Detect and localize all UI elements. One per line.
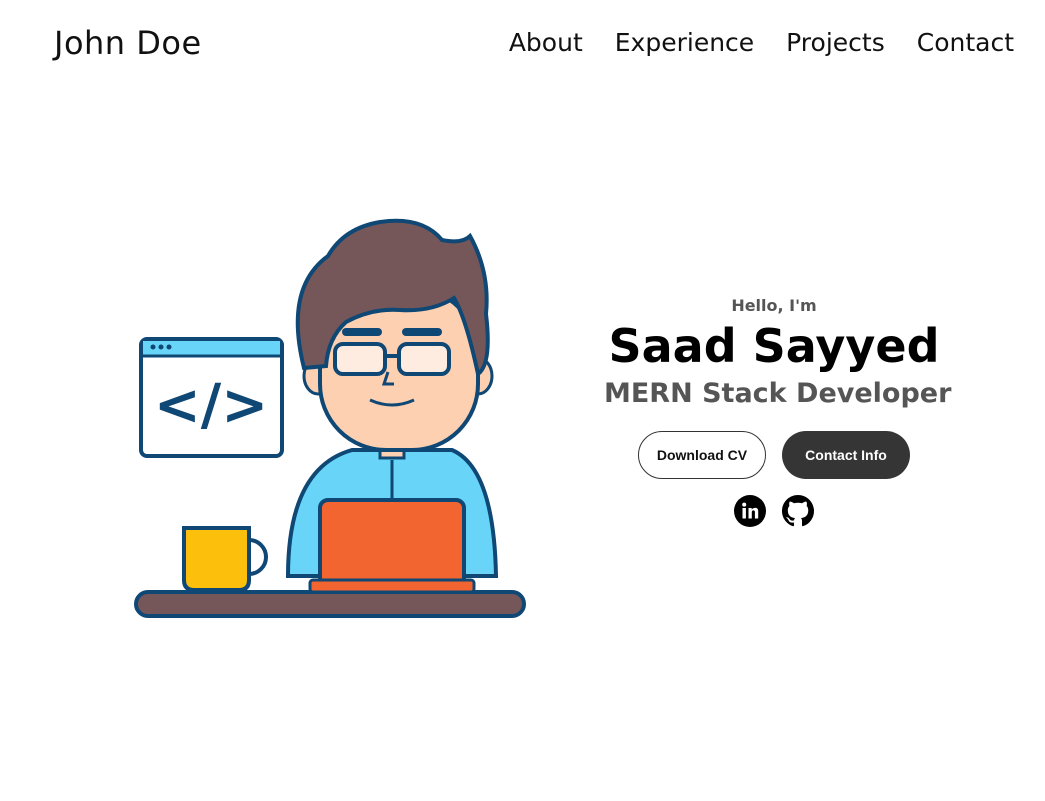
hero-name: Saad Sayyed xyxy=(608,319,940,373)
hero-text: Hello, I'm Saad Sayyed MERN Stack Develo… xyxy=(604,296,952,527)
nav-contact[interactable]: Contact xyxy=(917,28,1014,57)
nav-experience[interactable]: Experience xyxy=(615,28,754,57)
code-window-icon: </> xyxy=(139,337,284,458)
site-logo[interactable]: John Doe xyxy=(54,24,202,62)
code-symbol: </> xyxy=(154,373,268,438)
desk xyxy=(134,590,526,618)
linkedin-icon[interactable] xyxy=(734,494,766,527)
download-cv-button[interactable]: Download CV xyxy=(638,430,766,479)
social-links xyxy=(604,494,944,527)
hero-role: MERN Stack Developer xyxy=(604,377,952,409)
contact-info-button[interactable]: Contact Info xyxy=(782,430,910,479)
greeting-text: Hello, I'm xyxy=(731,296,817,315)
mug-icon xyxy=(182,526,268,592)
nav-projects[interactable]: Projects xyxy=(786,28,885,57)
hero-buttons: Download CV Contact Info xyxy=(604,430,944,479)
developer-illustration: </> xyxy=(134,218,526,618)
nav-about[interactable]: About xyxy=(509,28,583,57)
github-icon[interactable] xyxy=(782,494,814,527)
main-nav: About Experience Projects Contact xyxy=(509,28,1014,57)
laptop xyxy=(318,498,466,588)
